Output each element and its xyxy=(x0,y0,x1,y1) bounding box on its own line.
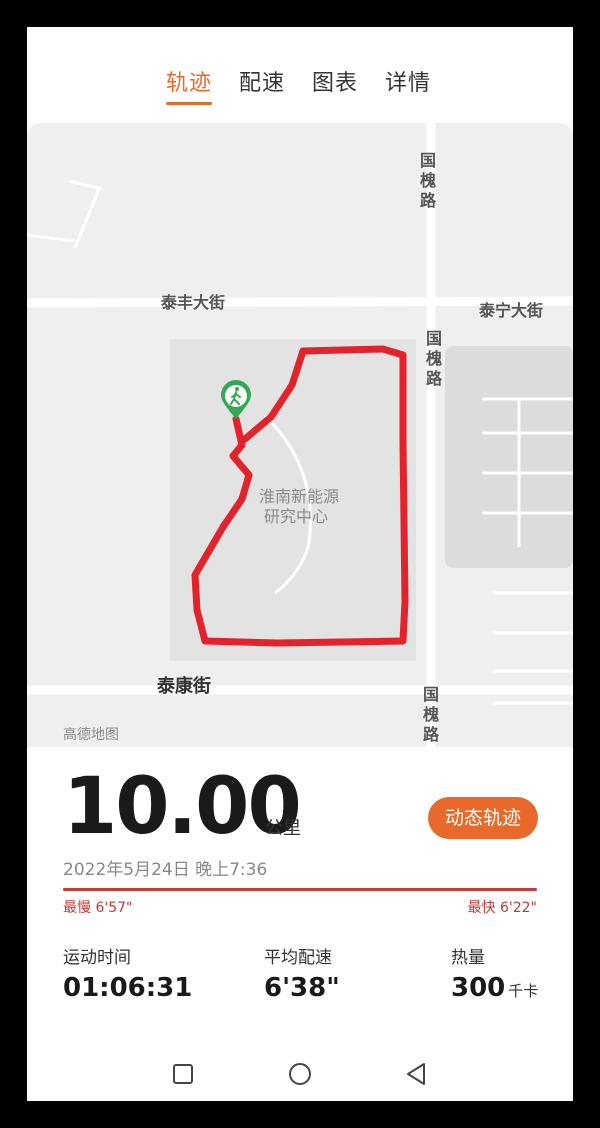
slowest-pace: 最慢 6'57" xyxy=(63,900,133,916)
fastest-pace: 最快 6'22" xyxy=(467,900,537,916)
tab-bar: 轨迹 配速 图表 详情 xyxy=(27,65,573,109)
calories-unit: 千卡 xyxy=(508,982,539,1000)
tab-details[interactable]: 详情 xyxy=(385,65,431,97)
calories-stat: 300 千卡 xyxy=(451,973,538,1003)
avg-pace-label: 平均配速 xyxy=(264,948,332,968)
street-label-taifeng: 泰丰大街 xyxy=(161,293,226,312)
app-screen: 轨迹 配速 图表 详情 国槐路 泰丰大街 泰宁大街 国槐路 淮南新能源 研究中心… xyxy=(27,27,573,1101)
map-canvas xyxy=(27,123,573,747)
duration-value: 01:06:31 xyxy=(63,973,193,1003)
tab-pace[interactable]: 配速 xyxy=(239,65,285,97)
active-tab-indicator xyxy=(166,102,212,105)
map-credit: 高德地图 xyxy=(63,727,119,743)
tab-chart[interactable]: 图表 xyxy=(312,65,358,97)
street-label-guohuai-north: 国槐路 xyxy=(419,151,436,210)
system-nav-bar xyxy=(27,1051,573,1097)
circle-home-icon[interactable] xyxy=(285,1059,315,1089)
poi-label-line1: 淮南新能源 xyxy=(258,487,339,506)
calories-value: 300 xyxy=(451,973,506,1003)
street-label-taikang: 泰康街 xyxy=(157,676,211,697)
triangle-back-icon[interactable] xyxy=(402,1059,432,1089)
route-map[interactable]: 国槐路 泰丰大街 泰宁大街 国槐路 淮南新能源 研究中心 泰康街 国槐路 xyxy=(27,123,573,747)
pace-range-bar xyxy=(63,888,537,891)
duration-label: 运动时间 xyxy=(63,948,131,968)
distance-unit: 公里 xyxy=(265,818,301,839)
street-label-guohuai-mid: 国槐路 xyxy=(425,329,442,388)
calories-label: 热量 xyxy=(451,948,485,968)
dynamic-track-button[interactable]: 动态轨迹 xyxy=(428,797,538,839)
street-label-taining: 泰宁大街 xyxy=(479,301,544,320)
square-recents-icon[interactable] xyxy=(168,1059,198,1089)
workout-datetime: 2022年5月24日 晚上7:36 xyxy=(63,860,268,880)
avg-pace-value: 6'38" xyxy=(264,973,340,1003)
street-label-guohuai-south: 国槐路 xyxy=(422,685,439,744)
tab-track[interactable]: 轨迹 xyxy=(166,65,212,97)
poi-label-line2: 研究中心 xyxy=(263,507,328,526)
building-block xyxy=(445,346,573,568)
